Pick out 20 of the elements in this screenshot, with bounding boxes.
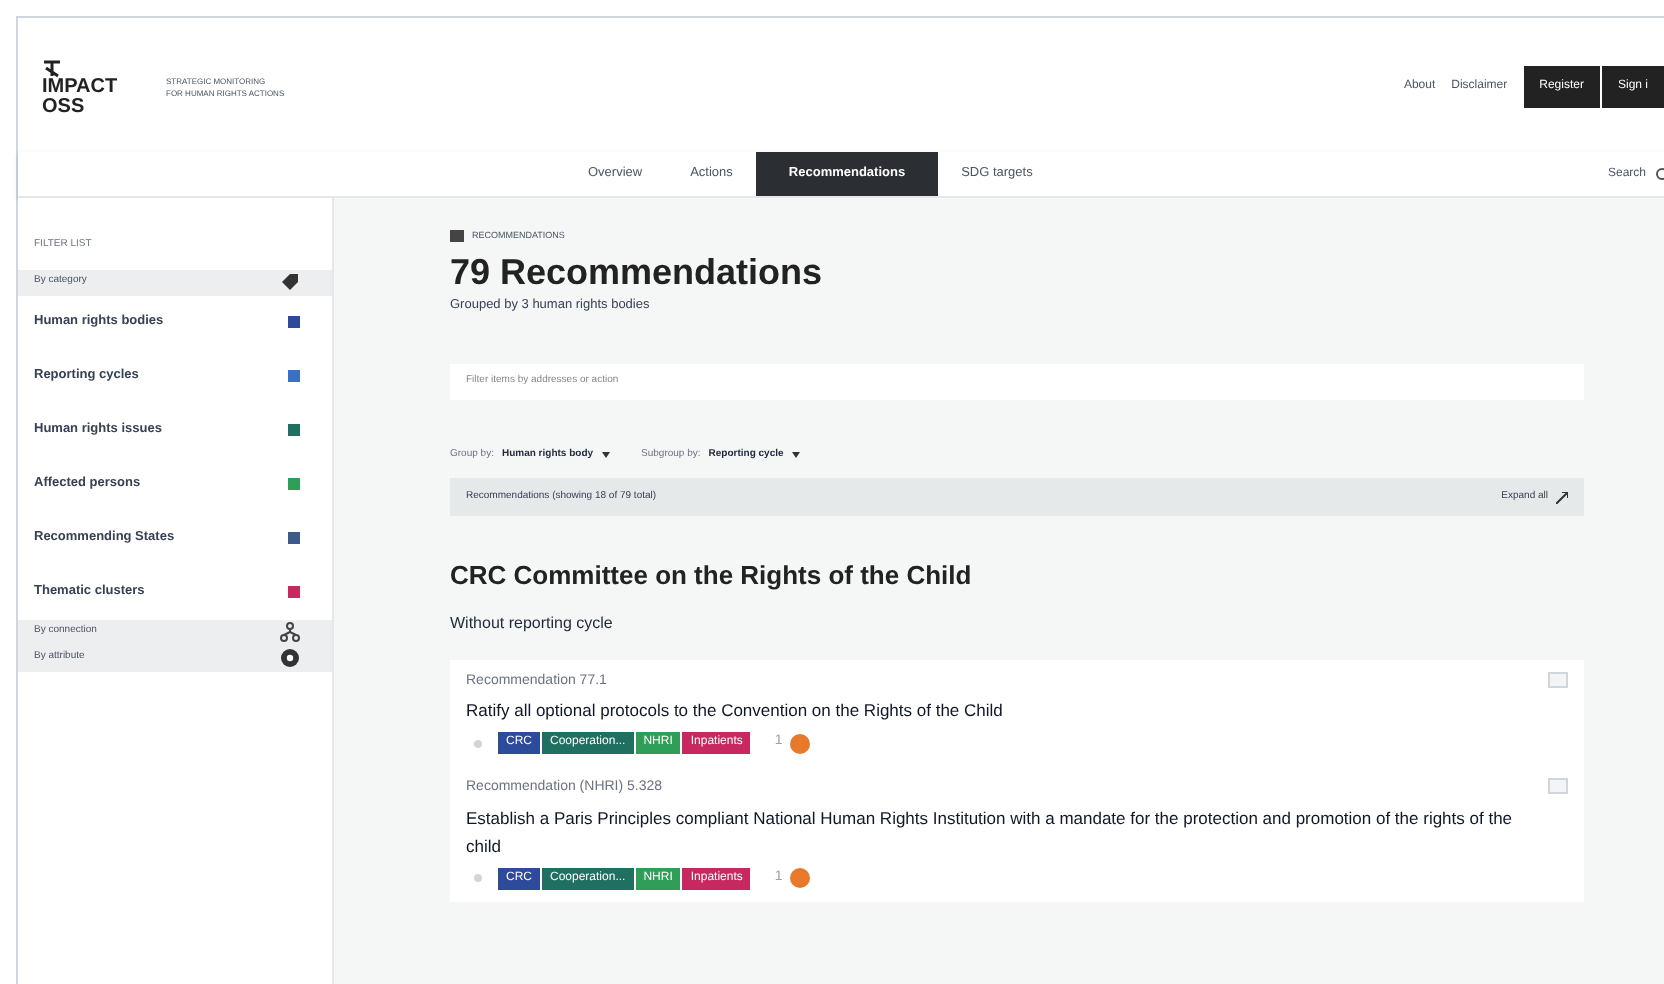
- logo-icon: [42, 58, 62, 78]
- caret-icon: [791, 451, 800, 458]
- expand-icon: [1556, 491, 1568, 503]
- page-title: 79 Recommendations: [450, 249, 825, 296]
- list-icon: [450, 230, 464, 243]
- recommendation-text: Ratify all optional protocols to the Convention on the Rights of the Child: [466, 698, 1005, 724]
- group-title: CRC Committee on the Rights of the Child: [450, 558, 974, 594]
- recommendation-card[interactable]: [450, 766, 1584, 901]
- checkbox[interactable]: [1548, 778, 1568, 794]
- subgroup-title: Without reporting cycle: [450, 611, 615, 635]
- settings-icon: [280, 648, 300, 668]
- caret-icon: [601, 451, 610, 458]
- recommendation-text: Establish a Paris Principles compliant National Human Rights Institution with a mandate for the protection and promotion of the rights of the child: [466, 805, 1515, 859]
- search-icon: [1654, 168, 1664, 182]
- tag-icon: [280, 272, 300, 292]
- logo-text: IMPACT OSS: [42, 78, 120, 118]
- checkbox[interactable]: [1548, 671, 1568, 687]
- network-icon: [280, 622, 300, 642]
- indicator-icon: [790, 733, 811, 753]
- indicator-icon: [790, 868, 811, 888]
